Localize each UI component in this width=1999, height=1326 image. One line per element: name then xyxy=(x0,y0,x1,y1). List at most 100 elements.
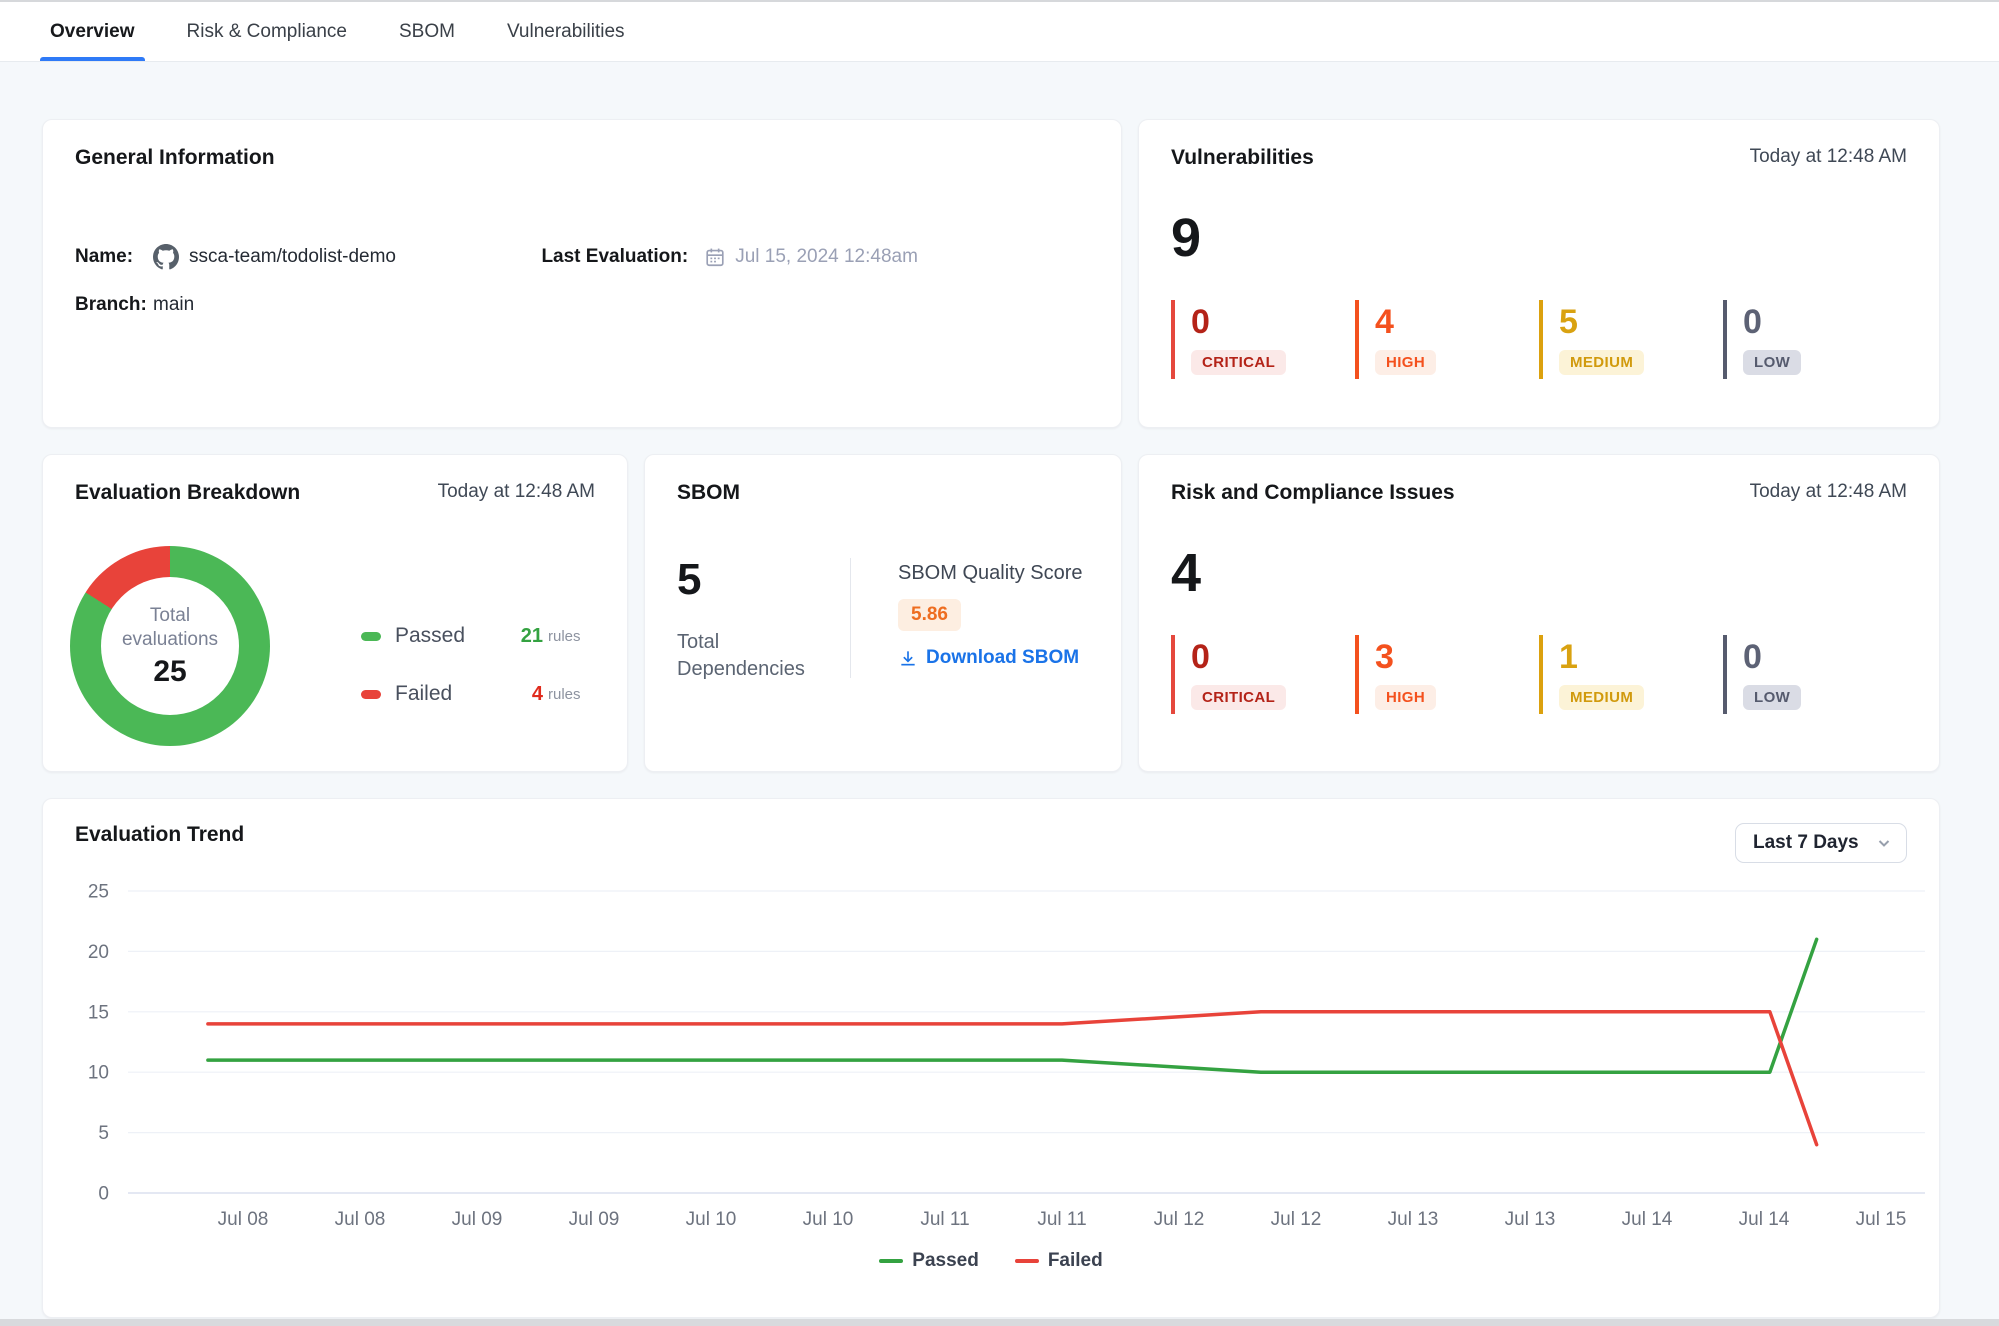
vulnerabilities-total: 9 xyxy=(1171,208,1907,268)
sbom-card: SBOM 5 Total Dependencies SBOM Quality S… xyxy=(644,454,1122,772)
total-dependencies-count: 5 xyxy=(677,555,701,605)
severity-medium: 1 MEDIUM xyxy=(1539,635,1723,714)
evaluation-trend-card: Evaluation Trend Last 7 Days 0510152025J… xyxy=(42,798,1940,1318)
sbom-quality-score-badge: 5.86 xyxy=(898,599,961,631)
low-count: 0 xyxy=(1743,637,1907,677)
high-count: 3 xyxy=(1375,637,1539,677)
svg-text:25: 25 xyxy=(88,882,109,903)
svg-text:Jul 12: Jul 12 xyxy=(1154,1209,1205,1230)
window-bottom-edge xyxy=(0,1319,1999,1326)
failed-name: Failed xyxy=(395,682,503,706)
breakdown-legend: Passed 21 rules Failed 4 rules xyxy=(361,623,613,739)
evaluation-breakdown-card: Evaluation Breakdown Today at 12:48 AM T… xyxy=(42,454,628,772)
svg-text:Jul 08: Jul 08 xyxy=(335,1209,386,1230)
trend-legend: Passed Failed xyxy=(75,1250,1907,1272)
severity-critical: 0 CRITICAL xyxy=(1171,300,1355,379)
evaluation-breakdown-title: Evaluation Breakdown xyxy=(75,481,300,505)
severity-low: 0 LOW xyxy=(1723,635,1907,714)
download-sbom-link[interactable]: Download SBOM xyxy=(898,647,1083,669)
severity-high: 3 HIGH xyxy=(1355,635,1539,714)
failed-count: 4 xyxy=(503,683,543,706)
svg-text:Jul 10: Jul 10 xyxy=(686,1209,737,1230)
sbom-quality-score-label: SBOM Quality Score xyxy=(898,562,1083,585)
vulnerabilities-title: Vulnerabilities xyxy=(1171,146,1314,170)
download-sbom-label: Download SBOM xyxy=(926,647,1079,669)
svg-text:0: 0 xyxy=(98,1184,109,1205)
sbom-title: SBOM xyxy=(677,481,740,505)
sbom-divider xyxy=(850,558,851,678)
name-label: Name: xyxy=(75,246,153,268)
svg-text:Jul 10: Jul 10 xyxy=(803,1209,854,1230)
severity-low: 0 LOW xyxy=(1723,300,1907,379)
failed-unit: rules xyxy=(548,686,581,703)
repo-name-value: ssca-team/todolist-demo xyxy=(153,244,396,270)
svg-text:Jul 14: Jul 14 xyxy=(1739,1209,1790,1230)
general-info-title: General Information xyxy=(75,146,275,170)
passed-unit: rules xyxy=(548,628,581,645)
critical-badge: CRITICAL xyxy=(1191,350,1286,375)
medium-count: 5 xyxy=(1559,302,1723,342)
last-evaluation-label: Last Evaluation: xyxy=(541,246,688,268)
svg-text:Jul 09: Jul 09 xyxy=(569,1209,620,1230)
severity-medium: 5 MEDIUM xyxy=(1539,300,1723,379)
svg-text:Jul 13: Jul 13 xyxy=(1505,1209,1556,1230)
passed-count: 21 xyxy=(503,625,543,648)
legend-passed-row: Passed 21 rules xyxy=(361,623,613,649)
chevron-down-icon xyxy=(1876,835,1892,851)
svg-text:15: 15 xyxy=(88,1002,109,1023)
legend-passed-item: Passed xyxy=(879,1250,979,1272)
evaluation-trend-chart: 0510152025Jul 08Jul 08Jul 09Jul 09Jul 10… xyxy=(75,873,1935,1238)
svg-text:Jul 15: Jul 15 xyxy=(1856,1209,1907,1230)
svg-text:5: 5 xyxy=(98,1123,109,1144)
donut-center: Total evaluations 25 xyxy=(101,577,239,715)
evaluations-donut-chart: Total evaluations 25 xyxy=(70,546,270,746)
critical-count: 0 xyxy=(1191,637,1355,677)
passed-line-icon xyxy=(879,1259,903,1263)
failed-legend-label: Failed xyxy=(1048,1250,1103,1272)
github-icon xyxy=(153,244,179,270)
tab-risk-compliance[interactable]: Risk & Compliance xyxy=(177,2,358,61)
svg-text:20: 20 xyxy=(88,942,109,963)
severity-high: 4 HIGH xyxy=(1355,300,1539,379)
branch-value: main xyxy=(153,294,194,316)
medium-badge: MEDIUM xyxy=(1559,350,1644,375)
severity-critical: 0 CRITICAL xyxy=(1171,635,1355,714)
tab-overview[interactable]: Overview xyxy=(40,2,145,61)
legend-failed-row: Failed 4 rules xyxy=(361,681,613,707)
date-range-value: Last 7 Days xyxy=(1753,832,1859,854)
tab-sbom[interactable]: SBOM xyxy=(389,2,465,61)
svg-text:Jul 09: Jul 09 xyxy=(452,1209,503,1230)
tab-bar: Overview Risk & Compliance SBOM Vulnerab… xyxy=(0,2,1999,62)
date-range-dropdown[interactable]: Last 7 Days xyxy=(1735,823,1907,863)
risk-compliance-card: Risk and Compliance Issues Today at 12:4… xyxy=(1138,454,1940,772)
passed-pill-icon xyxy=(361,632,381,641)
last-evaluation-text: Jul 15, 2024 12:48am xyxy=(735,246,918,268)
branch-label: Branch: xyxy=(75,294,153,316)
donut-center-label: Total evaluations xyxy=(112,604,228,652)
low-badge: LOW xyxy=(1743,685,1801,710)
low-badge: LOW xyxy=(1743,350,1801,375)
tab-vulnerabilities[interactable]: Vulnerabilities xyxy=(497,2,635,61)
medium-count: 1 xyxy=(1559,637,1723,677)
svg-text:Jul 13: Jul 13 xyxy=(1388,1209,1439,1230)
repo-name-row: Name: ssca-team/todolist-demo xyxy=(75,242,541,272)
svg-text:Jul 14: Jul 14 xyxy=(1622,1209,1673,1230)
critical-badge: CRITICAL xyxy=(1191,685,1286,710)
download-icon xyxy=(898,648,918,668)
last-evaluation-row: Last Evaluation: Jul 15, 2024 12:48am xyxy=(541,242,918,272)
total-dependencies-label: Total Dependencies xyxy=(677,629,837,683)
calendar-icon xyxy=(704,246,726,268)
low-count: 0 xyxy=(1743,302,1907,342)
failed-line-icon xyxy=(1015,1259,1039,1263)
risk-compliance-timestamp: Today at 12:48 AM xyxy=(1750,481,1907,503)
svg-text:Jul 12: Jul 12 xyxy=(1271,1209,1322,1230)
passed-name: Passed xyxy=(395,624,503,648)
general-information-card: General Information Name: ssca-team/todo… xyxy=(42,119,1122,428)
donut-center-value: 25 xyxy=(153,655,186,689)
failed-pill-icon xyxy=(361,690,381,699)
last-evaluation-value: Jul 15, 2024 12:48am xyxy=(704,246,918,268)
repo-name-text: ssca-team/todolist-demo xyxy=(189,246,396,268)
svg-text:Jul 11: Jul 11 xyxy=(920,1209,969,1230)
svg-text:Jul 08: Jul 08 xyxy=(218,1209,269,1230)
passed-legend-label: Passed xyxy=(912,1250,979,1272)
